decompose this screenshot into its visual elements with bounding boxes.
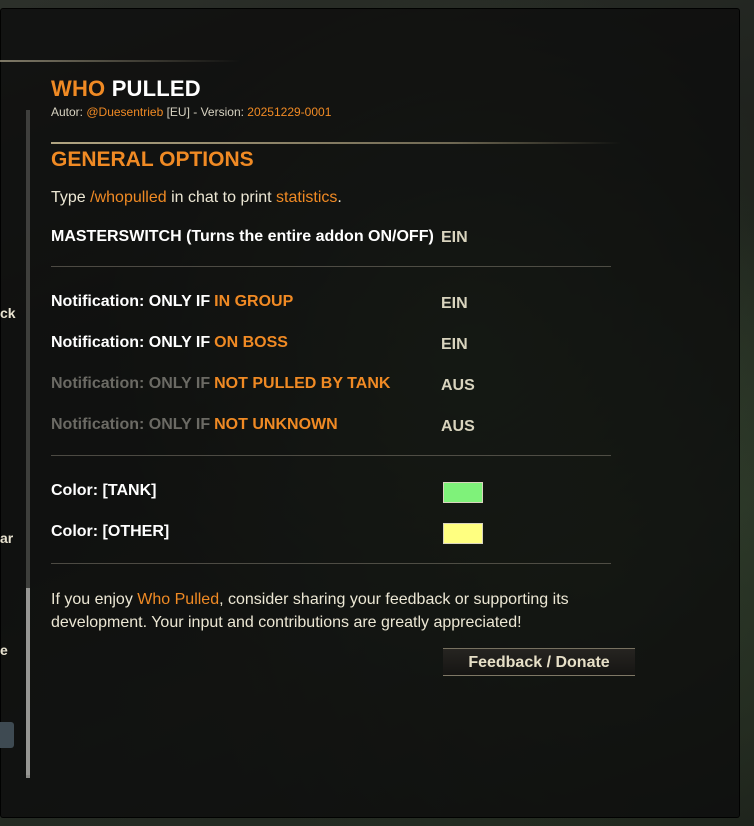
- notif-prefix: Notification: ONLY IF: [51, 375, 211, 392]
- notif-in-group-label: Notification: ONLY IF IN GROUP: [51, 293, 293, 311]
- color-tank-label: Color: [TANK]: [51, 482, 157, 499]
- addon-settings-panel: [0, 8, 740, 818]
- notif-on-boss-toggle[interactable]: EIN: [441, 336, 468, 354]
- masterswitch-label: MASTERSWITCH (Turns the entire addon ON/…: [51, 228, 434, 245]
- left-scrollbar-thumb[interactable]: [26, 588, 30, 778]
- version-number: 20251229-0001: [247, 105, 332, 119]
- options-divider: [51, 266, 611, 267]
- author-prefix: Autor:: [51, 105, 87, 119]
- chat-command: /whopulled: [90, 189, 167, 206]
- notif-condition: ON BOSS: [214, 334, 288, 351]
- intro-pre: Type: [51, 189, 91, 206]
- color-other-swatch[interactable]: [443, 523, 483, 544]
- notif-not-unknown-toggle[interactable]: AUS: [441, 418, 475, 436]
- notif-not-tank-toggle[interactable]: AUS: [441, 377, 475, 395]
- left-header-rule: [0, 60, 240, 62]
- notif-in-group-toggle[interactable]: EIN: [441, 295, 468, 313]
- section-title: GENERAL OPTIONS: [51, 148, 254, 171]
- left-menu-fragment[interactable]: e: [0, 642, 8, 658]
- notif-on-boss-label: Notification: ONLY IF ON BOSS: [51, 334, 288, 352]
- notif-prefix: Notification: ONLY IF: [51, 416, 211, 433]
- masterswitch-toggle[interactable]: EIN: [441, 229, 468, 247]
- intro-post: .: [337, 189, 342, 206]
- color-other-label: Color: [OTHER]: [51, 523, 170, 540]
- options-divider: [51, 455, 611, 456]
- author-version-line: Autor: @Duesentrieb [EU] - Version: 2025…: [51, 105, 331, 119]
- options-divider: [51, 563, 611, 564]
- author-mid: [EU] - Version:: [163, 105, 248, 119]
- intro-text: Type /whopulled in chat to print statist…: [51, 189, 342, 207]
- notif-not-unknown-label: Notification: ONLY IF NOT UNKNOWN: [51, 416, 338, 434]
- color-tank-swatch[interactable]: [443, 482, 483, 503]
- notif-condition: NOT UNKNOWN: [214, 416, 338, 433]
- author-name: @Duesentrieb: [86, 105, 164, 119]
- left-menu-fragment[interactable]: ck: [0, 305, 16, 321]
- left-menu-fragment[interactable]: ar: [0, 530, 13, 546]
- title-main: PULLED: [111, 76, 201, 101]
- feedback-donate-button[interactable]: Feedback / Donate: [443, 648, 635, 676]
- section-divider: [51, 142, 621, 144]
- notif-condition: NOT PULLED BY TANK: [214, 375, 391, 392]
- addon-title: WHO PULLED: [51, 76, 201, 102]
- footer-pre: If you enjoy: [51, 591, 138, 608]
- notif-prefix: Notification: ONLY IF: [51, 334, 211, 351]
- left-selected-item[interactable]: [0, 722, 14, 748]
- left-scrollbar[interactable]: [26, 110, 30, 778]
- intro-mid: in chat to print: [166, 189, 277, 206]
- notif-condition: IN GROUP: [214, 293, 294, 310]
- notif-prefix: Notification: ONLY IF: [51, 293, 211, 310]
- footer-text: If you enjoy Who Pulled, consider sharin…: [51, 588, 611, 634]
- title-accent: WHO: [51, 76, 106, 101]
- statistics-highlight: statistics: [276, 189, 338, 206]
- notif-not-tank-label: Notification: ONLY IF NOT PULLED BY TANK: [51, 375, 390, 393]
- addon-name-highlight: Who Pulled: [137, 591, 220, 608]
